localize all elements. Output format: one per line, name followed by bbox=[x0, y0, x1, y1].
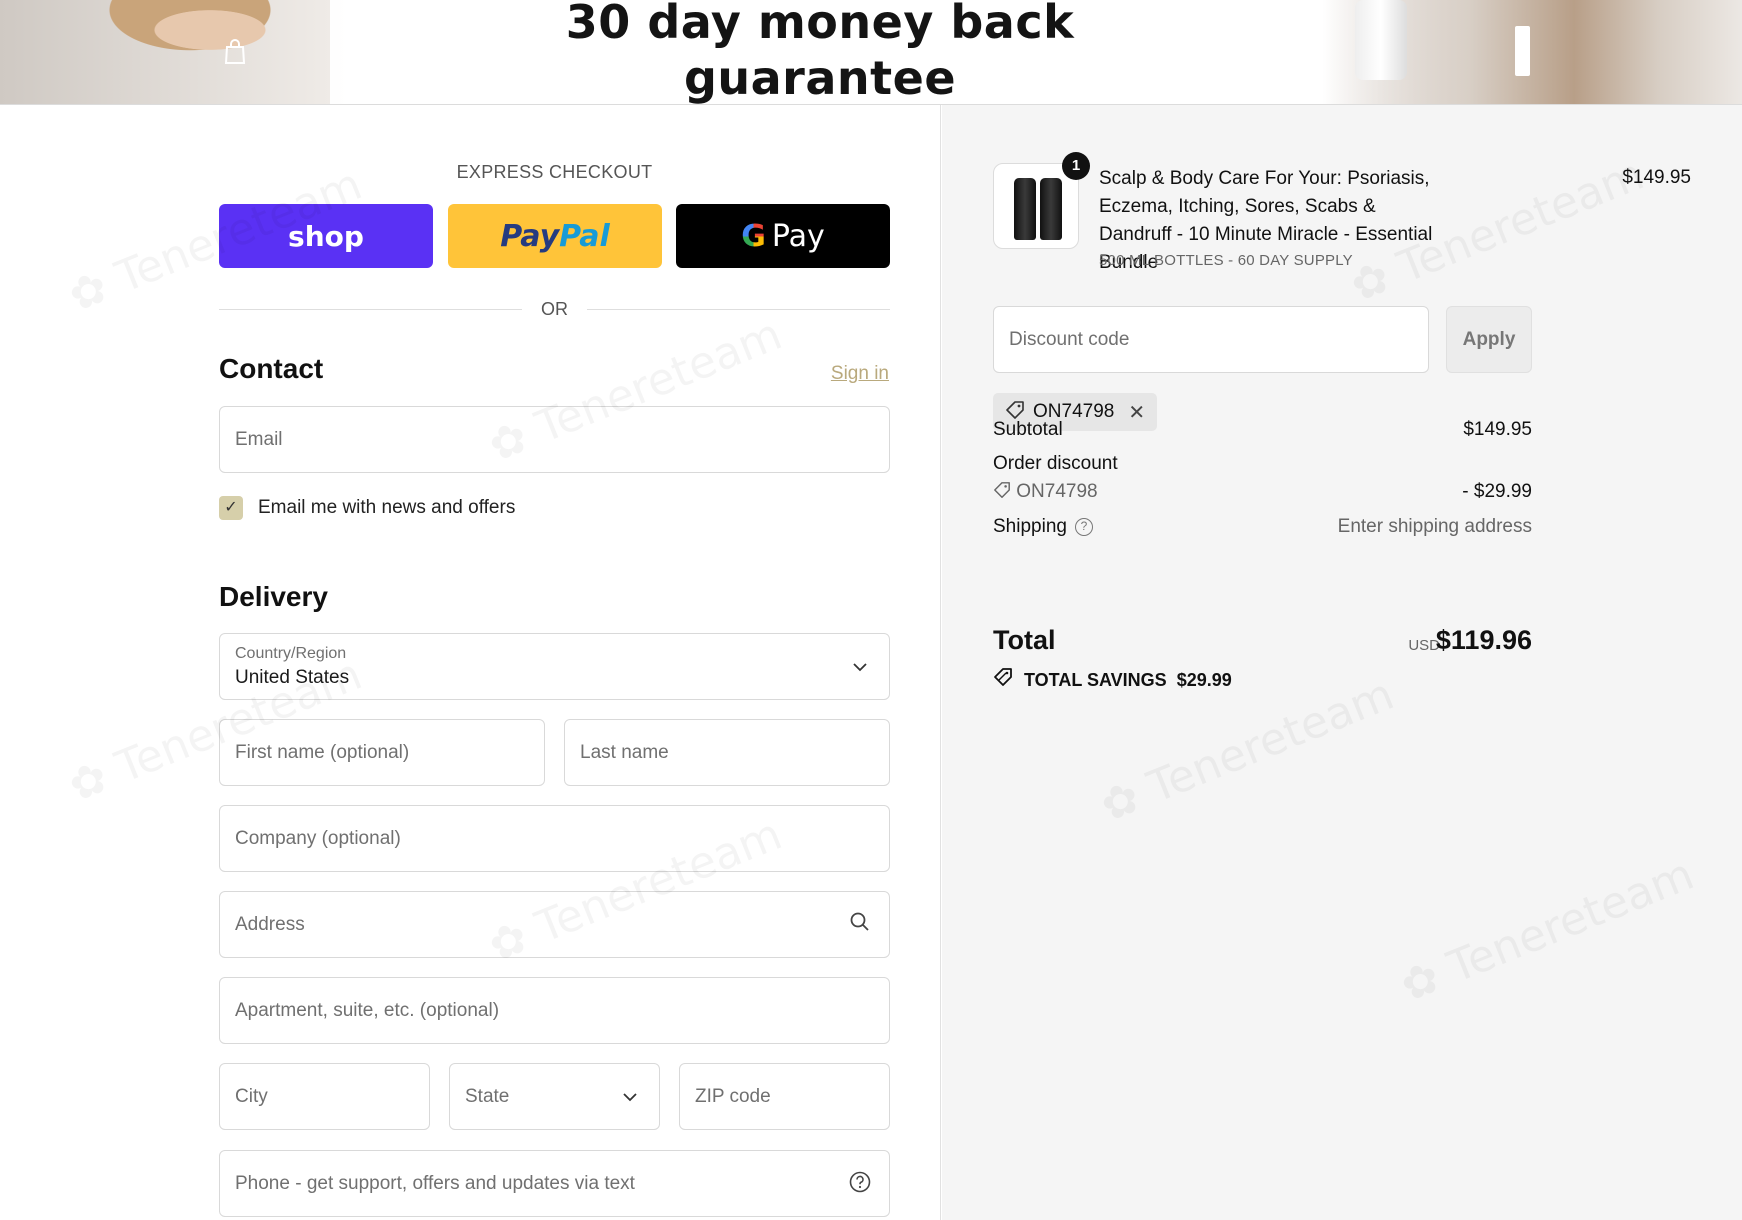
newsletter-checkbox[interactable]: ✓ bbox=[219, 496, 243, 520]
paypal-label-pay: Pay bbox=[500, 218, 560, 254]
shop-pay-label: shop bbox=[288, 219, 364, 253]
savings-tag-icon bbox=[993, 667, 1015, 693]
product-variant: 500 ML BOTTLES - 60 DAY SUPPLY bbox=[1099, 252, 1353, 269]
subtotal-value: $149.95 bbox=[1463, 419, 1532, 440]
promo-banner: 30 day money back guarantee bbox=[0, 0, 1742, 105]
product-bottle-image bbox=[1014, 178, 1036, 240]
discount-code-field[interactable]: Discount code bbox=[993, 306, 1429, 373]
chevron-down-icon bbox=[848, 654, 872, 678]
last-name-placeholder: Last name bbox=[580, 742, 669, 763]
shipping-row: Shipping? Enter shipping address bbox=[993, 516, 1532, 538]
country-select[interactable]: Country/Region United States bbox=[219, 633, 890, 700]
city-field[interactable]: City bbox=[219, 1063, 430, 1130]
apartment-placeholder: Apartment, suite, etc. (optional) bbox=[235, 1000, 500, 1021]
address-field[interactable]: Address bbox=[219, 891, 890, 958]
product-thumbnail: 1 bbox=[993, 152, 1090, 249]
discount-placeholder: Discount code bbox=[1009, 329, 1130, 350]
apply-discount-button[interactable]: Apply bbox=[1446, 306, 1532, 373]
shipping-value: Enter shipping address bbox=[1337, 516, 1532, 537]
shopping-bag-icon[interactable] bbox=[222, 38, 248, 66]
search-icon[interactable] bbox=[848, 912, 872, 936]
company-placeholder: Company (optional) bbox=[235, 828, 401, 849]
phone-placeholder: Phone - get support, offers and updates … bbox=[235, 1173, 635, 1194]
last-name-field[interactable]: Last name bbox=[564, 719, 890, 786]
express-checkout-title: EXPRESS CHECKOUT bbox=[456, 162, 653, 182]
google-pay-button[interactable]: G Pay bbox=[676, 204, 890, 268]
zip-placeholder: ZIP code bbox=[695, 1086, 771, 1107]
divider-line-right bbox=[587, 309, 890, 310]
help-icon[interactable] bbox=[848, 1171, 872, 1195]
country-value: United States bbox=[235, 667, 350, 688]
subtotal-row: Subtotal $149.95 bbox=[993, 419, 1532, 441]
order-discount-label: Order discount bbox=[993, 453, 1118, 474]
quantity-badge: 1 bbox=[1062, 152, 1090, 180]
total-savings: TOTAL SAVINGS $29.99 bbox=[993, 667, 1232, 693]
address-placeholder: Address bbox=[235, 914, 305, 935]
city-placeholder: City bbox=[235, 1086, 268, 1107]
google-g-icon: G bbox=[741, 218, 766, 254]
newsletter-label: Email me with news and offers bbox=[258, 497, 516, 518]
watermark: ✿ Tenereteam bbox=[1094, 669, 1401, 833]
country-label: Country/Region bbox=[235, 645, 347, 662]
banner-title: 30 day money back guarantee bbox=[565, 0, 1075, 105]
chevron-down-icon bbox=[618, 1084, 642, 1108]
shop-pay-button[interactable]: shop bbox=[219, 204, 433, 268]
product-bottle-image bbox=[1040, 178, 1062, 240]
checkout-form-column: EXPRESS CHECKOUT shop Pay Pal G Pay OR Con… bbox=[0, 105, 941, 1220]
watermark: ✿ Tenereteam bbox=[1394, 849, 1701, 1013]
banner-bottle-image bbox=[1355, 0, 1407, 80]
product-price: $149.95 bbox=[1622, 167, 1691, 188]
newsletter-option[interactable]: ✓ Email me with news and offers bbox=[219, 493, 515, 523]
shipping-label: Shipping bbox=[993, 516, 1067, 537]
google-pay-label: Pay bbox=[771, 218, 825, 254]
or-divider: OR bbox=[219, 295, 890, 325]
total-value: $119.96 bbox=[1435, 625, 1532, 655]
order-discount-value: - $29.99 bbox=[1462, 481, 1532, 502]
order-discount-row: Order discount bbox=[993, 453, 1532, 475]
email-placeholder: Email bbox=[235, 429, 283, 450]
first-name-field[interactable]: First name (optional) bbox=[219, 719, 545, 786]
order-summary-column: 1 Scalp & Body Care For Your: Psoriasis,… bbox=[942, 105, 1742, 1220]
phone-field[interactable]: Phone - get support, offers and updates … bbox=[219, 1150, 890, 1217]
menu-icon[interactable] bbox=[1515, 26, 1530, 76]
email-field[interactable]: Email bbox=[219, 406, 890, 473]
banner-photo-left bbox=[0, 0, 330, 104]
paypal-button[interactable]: Pay Pal bbox=[448, 204, 662, 268]
company-field[interactable]: Company (optional) bbox=[219, 805, 890, 872]
subtotal-label: Subtotal bbox=[993, 419, 1063, 440]
discount-tag-icon bbox=[993, 481, 1016, 502]
shipping-help-icon[interactable]: ? bbox=[1074, 518, 1093, 536]
order-discount-detail-row: ON74798 - $29.99 bbox=[993, 481, 1532, 503]
savings-value: $29.99 bbox=[1176, 669, 1232, 690]
total-row: Total USD $119.96 bbox=[993, 621, 1532, 661]
state-select[interactable]: State bbox=[449, 1063, 660, 1130]
zip-field[interactable]: ZIP code bbox=[679, 1063, 890, 1130]
apartment-field[interactable]: Apartment, suite, etc. (optional) bbox=[219, 977, 890, 1044]
apply-label: Apply bbox=[1462, 328, 1516, 350]
first-name-placeholder: First name (optional) bbox=[235, 742, 410, 763]
sign-in-link[interactable]: Sign in bbox=[831, 363, 889, 385]
delivery-heading: Delivery bbox=[219, 581, 328, 612]
order-discount-code: ON74798 bbox=[1016, 481, 1098, 502]
total-label: Total bbox=[993, 625, 1056, 655]
savings-label: TOTAL SAVINGS bbox=[1024, 669, 1167, 690]
state-placeholder: State bbox=[465, 1086, 510, 1107]
paypal-label-pal: Pal bbox=[559, 218, 610, 254]
contact-heading: Contact bbox=[219, 353, 324, 384]
